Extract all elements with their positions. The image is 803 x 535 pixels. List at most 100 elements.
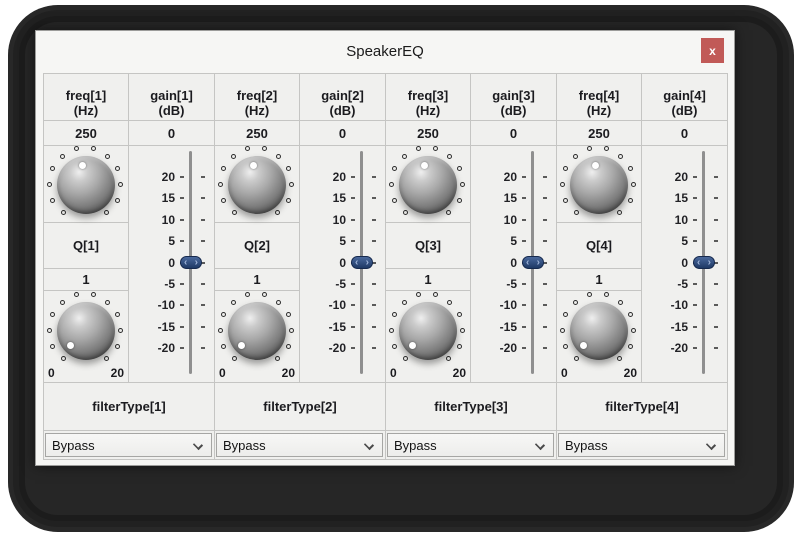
- knob-scale-dot: [416, 146, 422, 152]
- freq-unit: (Hz): [73, 103, 99, 118]
- freq-knob[interactable]: [388, 146, 467, 224]
- filter-type-label: filterType[1]: [44, 383, 214, 431]
- gain-slider-thumb[interactable]: ‹ ›: [351, 256, 373, 269]
- knob-scale-dot: [285, 343, 291, 349]
- slider-tick-label: -20: [670, 341, 688, 355]
- q-knob-ball[interactable]: [57, 302, 115, 360]
- slider-tick-row: -15: [300, 319, 385, 335]
- parameter-table: freq[1] (Hz) gain[1] (dB) 250 0 20 15 10 5 0…: [43, 73, 728, 460]
- filter-type-label: filterType[3]: [386, 383, 556, 431]
- knob-scale-dot: [261, 292, 267, 298]
- freq-knob-ball[interactable]: [57, 156, 115, 214]
- knob-scale-dot: [60, 210, 66, 216]
- filter-type-label: filterType[2]: [215, 383, 385, 431]
- filter-type-select[interactable]: Bypass: [45, 433, 212, 457]
- freq-knob[interactable]: [46, 146, 125, 224]
- knob-scale-dot: [115, 166, 121, 172]
- slider-tick-mark: [693, 347, 697, 349]
- knob-scale-dot: [627, 343, 633, 349]
- q-knob[interactable]: [46, 292, 125, 370]
- q-knob-ball[interactable]: [399, 302, 457, 360]
- slider-tick-label: -5: [335, 276, 346, 291]
- knob-scale-dot: [59, 153, 65, 159]
- knob-scale-dot: [289, 182, 295, 188]
- knob-scale-dot: [391, 312, 397, 318]
- knob-scale-dot: [457, 166, 463, 172]
- slider-tick-mark: [714, 304, 718, 307]
- freq-knob[interactable]: [559, 146, 638, 224]
- filter-type-select[interactable]: Bypass: [558, 433, 725, 457]
- gain-label: gain[2]: [321, 88, 364, 103]
- slider-tick-label: -15: [499, 319, 517, 334]
- freq-unit: (Hz): [244, 103, 270, 118]
- knob-scale-dot: [587, 292, 593, 298]
- freq-knob-ball[interactable]: [228, 156, 286, 214]
- slider-tick-label: -15: [328, 319, 346, 334]
- freq-knob-ball[interactable]: [570, 156, 628, 214]
- freq-knob-cell: [557, 146, 642, 223]
- filter-combo-cell: Bypass: [386, 431, 556, 459]
- knob-scale-dot: [631, 328, 637, 334]
- knob-scale-dot: [456, 197, 462, 203]
- slider-tick-row: -5: [300, 276, 385, 292]
- gain-slider-thumb[interactable]: ‹ ›: [180, 256, 202, 269]
- knob-scale-dot: [562, 312, 568, 318]
- gain-slider-thumb[interactable]: ‹ ›: [522, 256, 544, 269]
- slider-tick-row: -5: [129, 276, 214, 292]
- freq-header: freq[1] (Hz): [44, 74, 129, 121]
- slider-tick-mark: [522, 197, 526, 200]
- slider-tick-mark: [372, 197, 376, 200]
- filter-type-select[interactable]: Bypass: [216, 433, 383, 457]
- freq-value: 250: [44, 121, 129, 146]
- q-knob[interactable]: [217, 292, 296, 370]
- freq-label: freq[1]: [65, 88, 107, 103]
- knob-scale-dot: [402, 356, 408, 362]
- q-knob-cell: 0 20: [215, 291, 300, 383]
- q-knob-ball[interactable]: [570, 302, 628, 360]
- slider-tick-row: 20: [300, 169, 385, 185]
- gain-slider-thumb[interactable]: ‹ ›: [693, 256, 715, 269]
- knob-scale-dot: [573, 210, 579, 216]
- knob-scale-dot: [50, 343, 56, 349]
- gain-label: gain[1]: [150, 88, 193, 103]
- slider-tick-label: 5: [510, 234, 517, 249]
- slider-tick-mark: [714, 240, 718, 243]
- slider-tick-label: 0: [510, 255, 517, 270]
- slider-tick-mark: [351, 325, 355, 328]
- knob-scale-dot: [563, 343, 569, 349]
- freq-knob-cell: [44, 146, 129, 223]
- knob-scale-dot: [392, 343, 398, 349]
- slider-tick-row: -15: [471, 319, 556, 335]
- q-knob[interactable]: [559, 292, 638, 370]
- knob-scale-dot: [402, 210, 408, 216]
- knob-scale-dot: [114, 197, 120, 203]
- knob-scale-dot: [617, 356, 623, 362]
- slider-tick-row: -10: [300, 297, 385, 313]
- slider-tick-row: 20: [471, 169, 556, 185]
- freq-knob-ball[interactable]: [399, 156, 457, 214]
- close-button[interactable]: x: [701, 38, 724, 63]
- knob-scale-dot: [118, 328, 124, 334]
- q-knob[interactable]: [388, 292, 467, 370]
- knob-scale-dot: [388, 182, 394, 188]
- knob-scale-dot: [392, 197, 398, 203]
- freq-header: freq[4] (Hz): [557, 74, 642, 121]
- knob-scale-dot: [391, 166, 397, 172]
- channel-strip: freq[4] (Hz) gain[4] (dB) 250 0 20 15 10 5 0…: [557, 74, 727, 459]
- chevron-down-icon: [192, 439, 204, 451]
- filter-combo-cell: Bypass: [44, 431, 214, 459]
- slider-tick-mark: [351, 282, 355, 285]
- filter-type-select[interactable]: Bypass: [387, 433, 554, 457]
- q-knob-ball[interactable]: [228, 302, 286, 360]
- slider-tick-mark: [714, 347, 718, 349]
- knob-scale-dot: [587, 146, 593, 152]
- slider-tick-mark: [693, 176, 697, 178]
- knob-scale-dot: [275, 210, 281, 216]
- slider-tick-mark: [522, 218, 526, 221]
- slider-tick-row: 15: [471, 190, 556, 206]
- slider-tick-mark: [201, 325, 205, 328]
- knob-scale-dot: [603, 146, 609, 152]
- freq-knob[interactable]: [217, 146, 296, 224]
- knob-scale-dot: [388, 328, 394, 334]
- knob-scale-dot: [572, 299, 578, 305]
